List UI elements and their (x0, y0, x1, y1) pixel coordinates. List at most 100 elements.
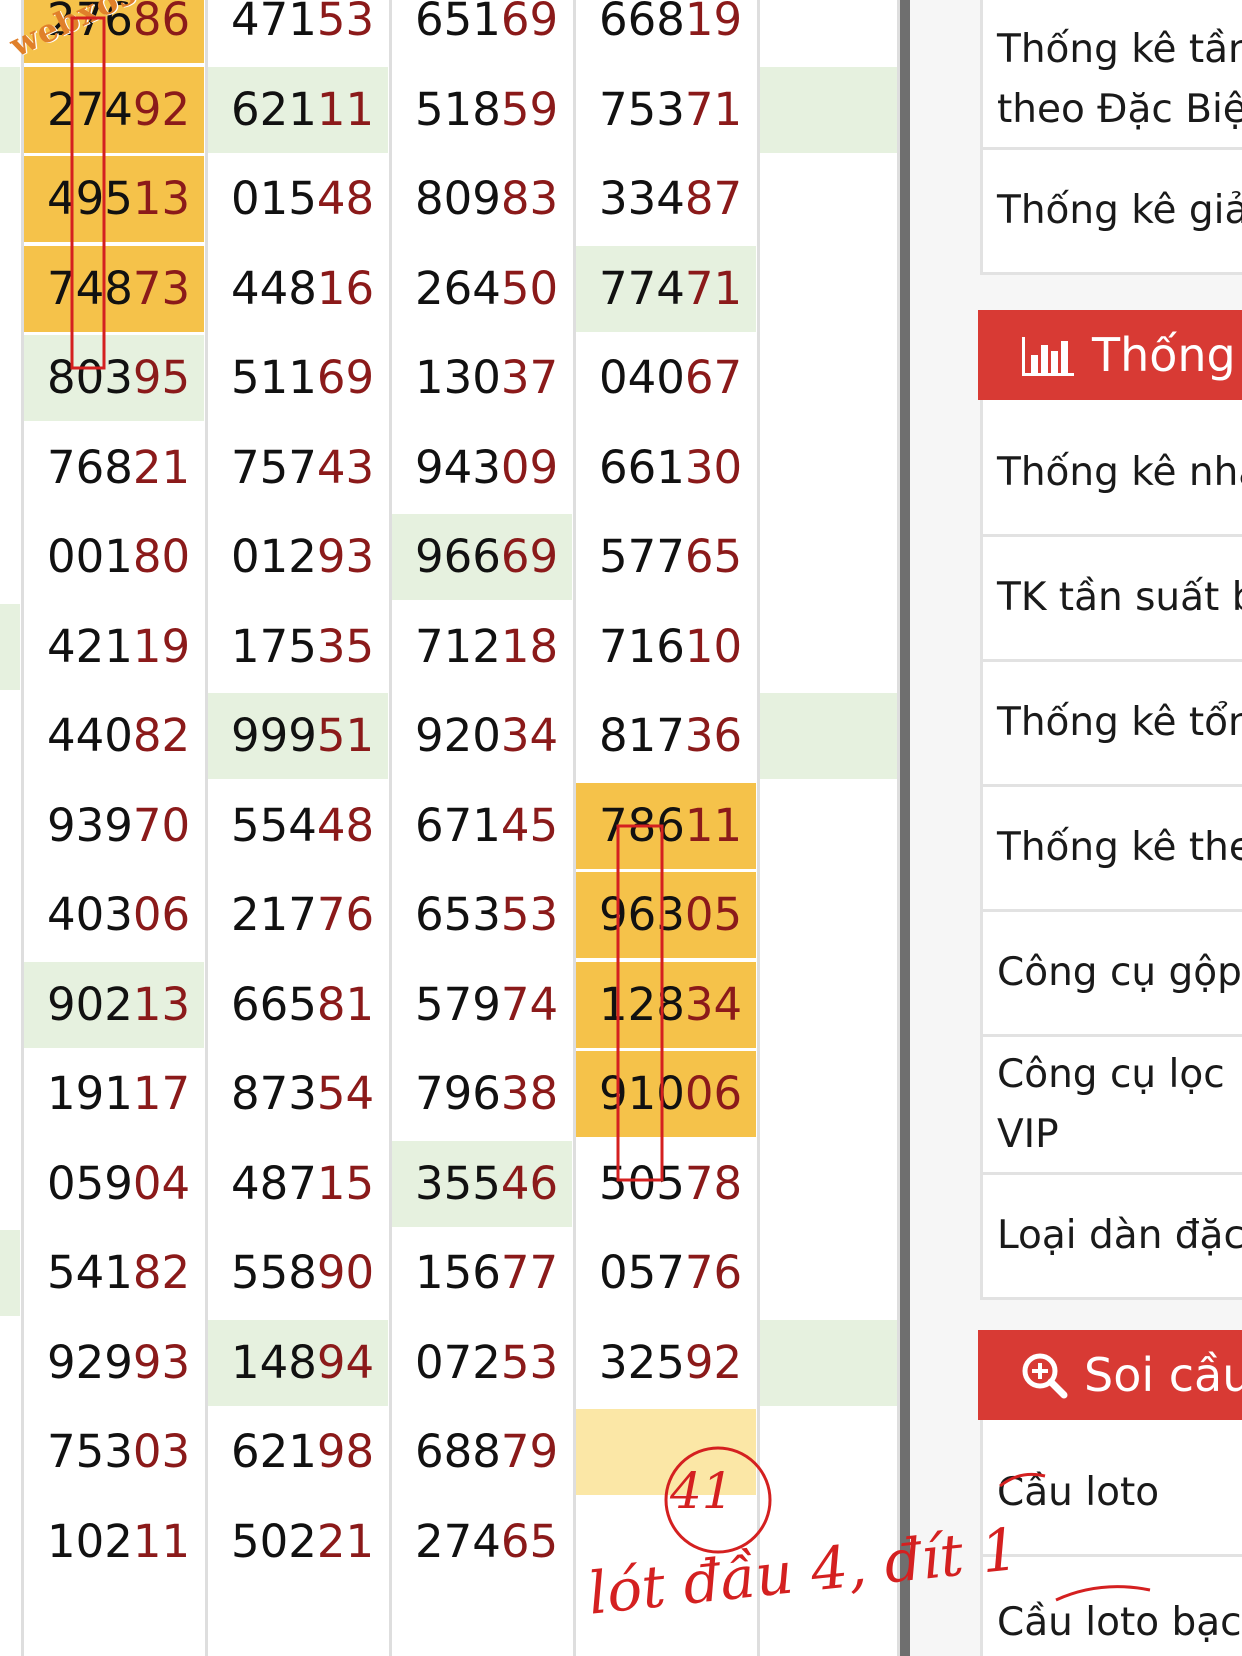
table-cell: 40306 (47, 888, 191, 941)
table-cell (760, 783, 900, 869)
grid-line (389, 0, 392, 1656)
sidebar-section-statistics[interactable]: Thống (978, 310, 1242, 400)
section-title: Soi cầu (1084, 1348, 1242, 1402)
panel-divider (900, 0, 910, 1656)
table-cell: 48715 (231, 1157, 375, 1210)
table-cell: 80983 (415, 172, 559, 225)
table-cell: 49513 (24, 156, 204, 242)
table-cell (760, 514, 900, 600)
table-cell: 01548 (231, 172, 375, 225)
table-cell: 04067 (599, 351, 743, 404)
sidebar-item-4[interactable]: Thống kê the (980, 787, 1242, 912)
table-cell: 96305 (576, 872, 756, 958)
table-cell: 27465 (415, 1515, 559, 1568)
sidebar-item-label: Loại dàn đặc (997, 1213, 1242, 1258)
table-cell: 57765 (599, 530, 743, 583)
table-cell: 80395 (24, 335, 204, 421)
table-cell: 54182 (47, 1246, 191, 1299)
table-cell-edge (0, 1141, 20, 1227)
bar-chart-icon (1022, 337, 1074, 376)
magnifier-plus-icon (1022, 1353, 1068, 1399)
sidebar-item-stat-prize[interactable]: Thống kê giả (980, 150, 1242, 275)
table-cell (760, 67, 900, 153)
table-cell: 78611 (576, 783, 756, 869)
table-cell: 15677 (415, 1246, 559, 1299)
table-cell: 44082 (47, 709, 191, 762)
table-cell-edge (0, 1230, 20, 1316)
table-cell: 66819 (599, 0, 743, 46)
table-cell: 65353 (415, 888, 559, 941)
sidebar: Thống kê tần theo Đặc Biệ Thống kê giả T… (910, 0, 1242, 1656)
table-cell-edge (0, 335, 20, 421)
table-cell (760, 1230, 900, 1316)
table-cell-edge (0, 156, 20, 242)
sidebar-item-label: Thống kê nha (997, 450, 1242, 495)
table-cell: 71610 (599, 620, 743, 673)
table-cell: 76821 (47, 441, 191, 494)
table-cell-edge (0, 962, 20, 1048)
table-cell: 71218 (415, 620, 559, 673)
table-cell (760, 0, 900, 63)
sidebar-item-label: Thống kê the (997, 825, 1242, 870)
table-cell: 91006 (576, 1051, 756, 1137)
table-cell: 65169 (415, 0, 559, 46)
table-cell-edge (0, 693, 20, 779)
table-cell: 66130 (599, 441, 743, 494)
table-cell: 50221 (231, 1515, 375, 1568)
table-cell: 26450 (415, 262, 559, 315)
table-cell: 55448 (231, 799, 375, 852)
table-cell (760, 1409, 900, 1495)
sidebar-item-cau-loto[interactable]: Cầu loto (980, 1432, 1242, 1557)
table-cell: 77471 (576, 246, 756, 332)
sidebar-item-7[interactable]: Loại dàn đặc (980, 1175, 1242, 1300)
results-table-panel: 27686 47153 65169 66819 27492 62111 51859 75371… (0, 0, 900, 1656)
table-cell-edge (0, 1409, 20, 1495)
sidebar-item-label: Cầu loto bạc (997, 1600, 1242, 1645)
sidebar-section-soi-cau[interactable]: Soi cầu (978, 1330, 1242, 1420)
sidebar-item-3[interactable]: Thống kê tổn (980, 662, 1242, 787)
table-cell: 87354 (231, 1067, 375, 1120)
table-cell: 92034 (415, 709, 559, 762)
table-cell: 93970 (47, 799, 191, 852)
table-cell: 47153 (231, 0, 375, 46)
table-cell (760, 604, 900, 690)
table-cell: 10211 (47, 1515, 191, 1568)
table-cell (760, 335, 900, 421)
sidebar-item-label: Cầu loto (997, 1470, 1160, 1515)
table-cell: 19117 (47, 1067, 191, 1120)
table-cell: 51859 (415, 83, 559, 136)
table-cell: 96669 (392, 514, 572, 600)
table-cell (760, 1051, 900, 1137)
table-cell-edge (0, 1499, 20, 1585)
table-cell: 05904 (47, 1157, 191, 1210)
table-cell-edge (0, 872, 20, 958)
table-cell (760, 1141, 900, 1227)
table-cell-edge (0, 1051, 20, 1137)
sidebar-item-6[interactable]: Công cụ lọc VIP (980, 1037, 1242, 1175)
sidebar-item-stat-special[interactable]: Thống kê tần theo Đặc Biệ (980, 12, 1242, 150)
sidebar-item-label: Thống kê tần theo Đặc Biệ (997, 26, 1242, 132)
sidebar-spacer (980, 400, 1242, 412)
table-cell: 00180 (47, 530, 191, 583)
section-title: Thống (1092, 328, 1236, 382)
table-cell: 05776 (599, 1246, 743, 1299)
table-cell (760, 693, 900, 779)
table-cell: 66581 (231, 978, 375, 1031)
table-cell: 75303 (47, 1425, 191, 1478)
table-cell: 79638 (415, 1067, 559, 1120)
grid-line (205, 0, 208, 1656)
table-cell: 42119 (47, 620, 191, 673)
table-cell: 14894 (208, 1320, 388, 1406)
table-cell (760, 962, 900, 1048)
table-cell: 62198 (231, 1425, 375, 1478)
table-cell-edge (0, 425, 20, 511)
table-cell-edge (0, 246, 20, 332)
grid-line (573, 0, 576, 1656)
sidebar-item-5[interactable]: Công cụ gộp (980, 912, 1242, 1037)
sidebar-item-1[interactable]: Thống kê nha (980, 412, 1242, 537)
grid-line (21, 0, 24, 1656)
table-cell: 92993 (47, 1336, 191, 1389)
table-cell-edge (0, 1320, 20, 1406)
table-cell: 90213 (24, 962, 204, 1048)
sidebar-item-2[interactable]: TK tần suất b (980, 537, 1242, 662)
